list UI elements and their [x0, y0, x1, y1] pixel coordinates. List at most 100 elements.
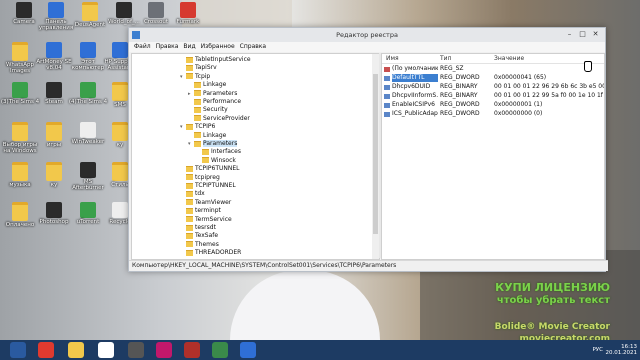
- clock[interactable]: 16:13 20.01.2021: [606, 344, 638, 356]
- menu-view[interactable]: Вид: [183, 42, 195, 52]
- value-type: REG_BINARY: [440, 83, 478, 90]
- desktop-icon[interactable]: Furmark: [168, 2, 208, 25]
- tree-node-label: Security: [203, 106, 228, 114]
- artmoney-icon: [46, 42, 62, 58]
- yandex-browser-icon[interactable]: [98, 342, 114, 358]
- minimize-icon[interactable]: –: [565, 30, 574, 39]
- value-row[interactable]: ICS_PublicAdapt...REG_DWORD 0x00000000 (0…: [382, 110, 604, 118]
- clock-date: 20.01.2021: [605, 350, 638, 356]
- world-of-tanks-icon[interactable]: [128, 342, 144, 358]
- registry-editor-window[interactable]: Редактор реестра – □ ✕ Файл Правка Вид Избр…: [128, 27, 608, 272]
- tree-node-label: TCPIP6TUNNEL: [195, 165, 240, 173]
- folder-icon: [186, 216, 193, 223]
- folder-icon: [194, 106, 201, 113]
- folder-icon: [194, 115, 201, 122]
- title-bar[interactable]: Редактор реестра – □ ✕: [129, 28, 605, 42]
- sims4-icon: [12, 82, 28, 98]
- close-icon[interactable]: ✕: [591, 30, 600, 39]
- wintweaker-icon: [80, 122, 96, 138]
- registry-tree[interactable]: TabletInputService TapiSrv ▾ Tcpip Linkage ▸ P…: [131, 53, 380, 260]
- tree-node[interactable]: TabletInputService: [180, 56, 251, 64]
- this-pc-icon: [80, 42, 96, 58]
- tree-node-label: Interfaces: [211, 148, 241, 156]
- media-icon[interactable]: [156, 342, 172, 358]
- value-row[interactable]: (По умолчанию) REG_SZ: [382, 65, 604, 73]
- tree-node[interactable]: terminpt: [180, 207, 221, 215]
- menu-help[interactable]: Справка: [240, 42, 266, 52]
- game-icon[interactable]: [212, 342, 228, 358]
- column-type[interactable]: Тип: [440, 55, 452, 62]
- menu-favorites[interactable]: Избранное: [201, 42, 235, 52]
- watermark-line2: чтобы убрать текст: [496, 295, 610, 306]
- tree-node[interactable]: TermService: [180, 216, 232, 224]
- tree-node[interactable]: Security: [188, 106, 228, 114]
- tree-node[interactable]: tcpipreg: [180, 174, 220, 182]
- tree-node[interactable]: THREADORDER: [180, 249, 241, 257]
- tree-scrollbar[interactable]: [372, 54, 379, 259]
- binary-value-icon: [384, 75, 390, 81]
- yandex-icon[interactable]: [38, 342, 54, 358]
- folder-icon: [194, 81, 201, 88]
- tree-node[interactable]: ▾ Tcpip: [180, 73, 210, 81]
- tree-node-label: Tcpip: [195, 72, 211, 80]
- tree-node[interactable]: Linkage: [188, 81, 226, 89]
- value-row[interactable]: DefaultTTL REG_DWORD 0x00000041 (65): [382, 74, 604, 82]
- watermark-line1: КУПИ ЛИЦЕНЗИЮ: [495, 281, 610, 294]
- value-type: REG_DWORD: [440, 101, 480, 108]
- tree-node-label: TermService: [195, 215, 232, 223]
- folder-icon: [186, 64, 193, 71]
- tree-node[interactable]: ▾ Parameters: [188, 140, 238, 148]
- column-value[interactable]: Значение: [494, 55, 524, 62]
- values-header: Имя Тип Значение: [382, 54, 604, 64]
- tree-node[interactable]: Themes: [180, 241, 219, 249]
- menu-edit[interactable]: Правка: [156, 42, 179, 52]
- tree-node-label: terminpt: [195, 207, 221, 215]
- tree-node[interactable]: Winsock: [196, 157, 236, 165]
- value-name: DhcpvIInformS...: [392, 92, 438, 99]
- movie-creator-icon[interactable]: [240, 342, 256, 358]
- scrollbar-thumb[interactable]: [373, 74, 378, 234]
- value-data: 0x00000000 (0): [494, 110, 543, 117]
- language-indicator[interactable]: РУС: [592, 347, 603, 353]
- folder-icon: [112, 122, 128, 141]
- tree-node[interactable]: ServiceProvider: [188, 115, 250, 123]
- folder-icon: [186, 232, 193, 239]
- tree-node[interactable]: tdx: [180, 190, 205, 198]
- window-title: Редактор реестра: [336, 31, 398, 39]
- watermark-line3: Bolide® Movie Creator: [494, 322, 610, 332]
- tree-node-label: tesrsdt: [195, 224, 216, 231]
- value-type: REG_DWORD: [440, 74, 480, 81]
- tree-node-label: TCPIP6: [195, 123, 216, 131]
- folder-icon: [194, 90, 201, 97]
- aida-icon[interactable]: [184, 342, 200, 358]
- string-value-icon: [384, 66, 390, 72]
- tree-node-label: Themes: [195, 240, 219, 248]
- value-row[interactable]: EnableICSIPv6 REG_DWORD 0x00000001 (1): [382, 101, 604, 109]
- tree-node[interactable]: TCPIP6TUNNEL: [180, 165, 240, 173]
- windows-start-icon[interactable]: [10, 342, 26, 358]
- tree-node[interactable]: Interfaces: [196, 148, 241, 156]
- maximize-icon[interactable]: □: [578, 30, 587, 39]
- tree-node[interactable]: ▸ Parameters: [188, 90, 237, 98]
- folder-icon: [186, 73, 193, 80]
- tree-node[interactable]: TeamViewer: [180, 199, 231, 207]
- folder-icon: [186, 190, 193, 197]
- value-row[interactable]: DhcpvIInformS... REG_BINARY 00 01 00 01 22…: [382, 92, 604, 100]
- tree-node-label: tcpipreg: [195, 173, 220, 181]
- column-name[interactable]: Имя: [386, 55, 399, 62]
- tree-node[interactable]: TexSafe: [180, 232, 218, 240]
- menu-file[interactable]: Файл: [134, 42, 151, 52]
- tree-node[interactable]: Performance: [188, 98, 241, 106]
- hp-support-icon: [112, 42, 128, 58]
- tree-node[interactable]: TapiSrv: [180, 64, 217, 72]
- tree-node[interactable]: TCPIPTUNNEL: [180, 182, 236, 190]
- tree-node[interactable]: tesrsdt: [180, 224, 216, 232]
- tree-node[interactable]: ▾ TCPIP6: [180, 123, 215, 131]
- tree-node-label: TeamViewer: [195, 198, 232, 206]
- value-name: DefaultTTL: [392, 74, 438, 82]
- tree-node[interactable]: Linkage: [188, 132, 226, 140]
- value-row[interactable]: Dhcpv6DUID REG_BINARY 00 01 00 01 22 96 29…: [382, 83, 604, 91]
- file-explorer-icon[interactable]: [68, 342, 84, 358]
- values-pane[interactable]: Имя Тип Значение (По умолчанию) REG_SZ Def…: [381, 53, 605, 260]
- binary-value-icon: [384, 84, 390, 90]
